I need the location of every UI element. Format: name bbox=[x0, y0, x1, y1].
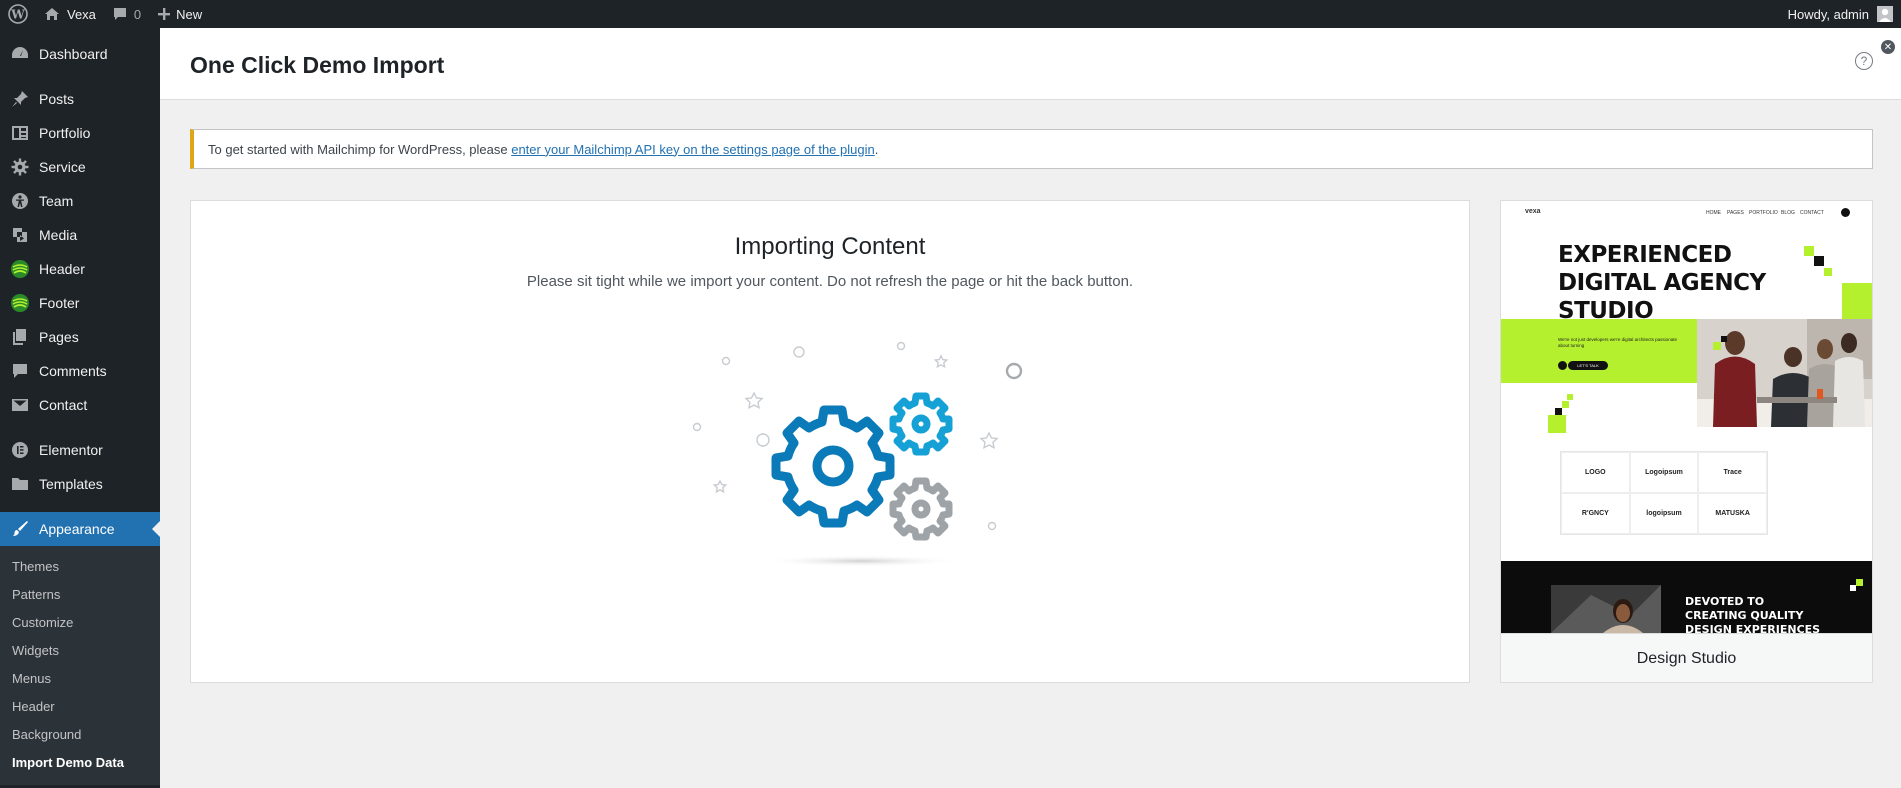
sidebar-item-comments[interactable]: Comments bbox=[0, 354, 160, 388]
submenu-item-background[interactable]: Background bbox=[0, 721, 160, 749]
brush-icon bbox=[10, 519, 30, 539]
sidebar-item-pages[interactable]: Pages bbox=[0, 320, 160, 354]
site-name-link[interactable]: Vexa bbox=[36, 0, 104, 28]
sidebar-item-elementor[interactable]: Elementor bbox=[0, 433, 160, 467]
comment-icon bbox=[10, 361, 30, 381]
wordpress-logo-icon[interactable]: W bbox=[0, 0, 36, 28]
comments-count: 0 bbox=[133, 6, 142, 22]
sidebar-item-team[interactable]: Team bbox=[0, 184, 160, 218]
media-icon bbox=[10, 225, 30, 245]
sidebar-item-dashboard[interactable]: Dashboard bbox=[0, 37, 160, 71]
elementor-icon bbox=[10, 440, 30, 460]
folder-icon bbox=[10, 474, 30, 494]
demo-preview-card[interactable]: vexa HOME PAGES PORTFOLIO BLOG CONTACT E… bbox=[1500, 200, 1873, 683]
sidebar-item-appearance[interactable]: Appearance bbox=[0, 512, 160, 546]
plus-icon bbox=[158, 8, 171, 20]
mailchimp-notice: To get started with Mailchimp for WordPr… bbox=[190, 129, 1873, 169]
avatar bbox=[1877, 6, 1893, 22]
notice-settings-link[interactable]: enter your Mailchimp API key on the sett… bbox=[511, 142, 875, 157]
importing-gears-illustration bbox=[611, 331, 1069, 571]
sidebar-item-contact[interactable]: Contact bbox=[0, 388, 160, 422]
new-label: New bbox=[176, 6, 203, 22]
help-icon[interactable]: ? bbox=[1855, 52, 1873, 70]
sidebar-item-service[interactable]: Service bbox=[0, 150, 160, 184]
appearance-submenu: Themes Patterns Customize Widgets Menus … bbox=[0, 546, 160, 785]
howdy-text: Howdy, admin bbox=[1787, 6, 1869, 22]
dashboard-icon bbox=[10, 44, 30, 64]
page-title: One Click Demo Import bbox=[190, 52, 445, 78]
page-header: One Click Demo Import ? ✕ bbox=[160, 28, 1901, 100]
comments-link[interactable]: 0 bbox=[104, 0, 149, 28]
comment-icon bbox=[113, 8, 126, 20]
svg-text:W: W bbox=[10, 8, 25, 22]
demo-caption: Design Studio bbox=[1501, 633, 1872, 682]
spiral-icon bbox=[10, 293, 30, 313]
notice-suffix: . bbox=[874, 141, 879, 157]
preview-logo-grid: LOGO Logoipsum Trace R'GNCY logoipsum MA… bbox=[1560, 451, 1768, 535]
preview-logo: vexa bbox=[1525, 208, 1541, 215]
sidebar-item-posts[interactable]: Posts bbox=[0, 82, 160, 116]
my-account-link[interactable]: Howdy, admin bbox=[1780, 0, 1901, 28]
importing-panel: Importing Content Please sit tight while… bbox=[190, 200, 1470, 683]
importing-title: Importing Content bbox=[734, 233, 926, 260]
submenu-item-themes[interactable]: Themes bbox=[0, 553, 160, 581]
preview-dark-section: DEVOTED TO CREATING QUALITY DESIGN EXPER… bbox=[1501, 561, 1872, 633]
pin-icon bbox=[10, 89, 30, 109]
sidebar-item-footer[interactable]: Footer bbox=[0, 286, 160, 320]
preview-nav: vexa HOME PAGES PORTFOLIO BLOG CONTACT bbox=[1501, 208, 1872, 222]
sidebar-item-templates[interactable]: Templates bbox=[0, 467, 160, 501]
pages-icon bbox=[10, 327, 30, 347]
person-icon bbox=[10, 191, 30, 211]
gear-icon bbox=[10, 157, 30, 177]
portfolio-icon bbox=[10, 123, 30, 143]
submenu-item-menus[interactable]: Menus bbox=[0, 665, 160, 693]
mail-icon bbox=[10, 395, 30, 415]
notice-text: To get started with Mailchimp for WordPr… bbox=[208, 141, 512, 157]
close-icon[interactable]: ✕ bbox=[1881, 40, 1895, 54]
site-name: Vexa bbox=[67, 6, 96, 22]
submenu-item-patterns[interactable]: Patterns bbox=[0, 581, 160, 609]
preview-lime-band: We're not just developers we're digital … bbox=[1501, 319, 1719, 383]
submenu-item-header[interactable]: Header bbox=[0, 693, 160, 721]
sidebar-item-portfolio[interactable]: Portfolio bbox=[0, 116, 160, 150]
new-content-link[interactable]: New bbox=[149, 0, 210, 28]
preview-hero-title: EXPERIENCED DIGITAL AGENCY STUDIO bbox=[1558, 242, 1766, 324]
importing-description: Please sit tight while we import your co… bbox=[526, 273, 1134, 290]
admin-sidebar: Dashboard Posts Portfolio Service Team M… bbox=[0, 28, 160, 788]
home-icon bbox=[45, 8, 59, 20]
submenu-item-import-demo-data[interactable]: Import Demo Data bbox=[0, 749, 160, 777]
spiral-icon bbox=[10, 259, 30, 279]
admin-bar: W Vexa 0 New Howdy, admin bbox=[0, 0, 1901, 28]
preview-dark-title: DEVOTED TO CREATING QUALITY DESIGN EXPER… bbox=[1685, 595, 1821, 633]
submenu-item-widgets[interactable]: Widgets bbox=[0, 637, 160, 665]
sidebar-item-media[interactable]: Media bbox=[0, 218, 160, 252]
submenu-item-customize[interactable]: Customize bbox=[0, 609, 160, 637]
sidebar-item-header[interactable]: Header bbox=[0, 252, 160, 286]
demo-preview-image: vexa HOME PAGES PORTFOLIO BLOG CONTACT E… bbox=[1501, 201, 1872, 633]
